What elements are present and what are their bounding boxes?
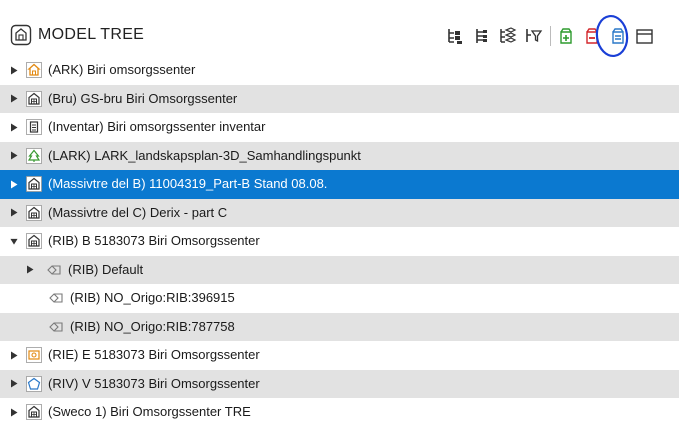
panel-title: MODEL TREE	[38, 26, 145, 43]
caret-right-icon[interactable]	[8, 113, 20, 142]
model-tree-panel: MODEL TREE (ARK) Biri omsorgssenter (Bru…	[0, 0, 679, 420]
tree-row[interactable]: (Inventar) Biri omsorgssenter inventar	[0, 113, 679, 142]
tree-row-label: (Massivtre del B) 11004319_Part-B Stand …	[48, 176, 328, 191]
caret-right-icon[interactable]	[8, 142, 20, 171]
tree-row-label: (Inventar) Biri omsorgssenter inventar	[48, 119, 266, 134]
caret-right-icon[interactable]	[8, 199, 20, 228]
caret-right-icon[interactable]	[8, 398, 20, 427]
caret-right-icon[interactable]	[8, 370, 20, 399]
model-tree-list: (ARK) Biri omsorgssenter (Bru) GS-bru Bir…	[0, 56, 679, 427]
building-icon	[26, 176, 42, 192]
tree-hierarchy-icon[interactable]	[444, 25, 466, 47]
tree-row-label: (RIB) Default	[68, 261, 144, 277]
model-tree-icon	[10, 24, 32, 46]
building-icon	[26, 233, 42, 249]
plumbing-icon	[26, 375, 42, 392]
expand-all-icon[interactable]	[555, 25, 577, 47]
tree-row[interactable]: (RIB) NO_Origo:RIB:787758	[0, 312, 679, 341]
structure-icon	[48, 319, 64, 335]
building-icon	[26, 204, 42, 221]
tree-row[interactable]: (RIB) NO_Origo:RIB:396915	[0, 284, 679, 313]
toolbar-divider	[550, 26, 551, 46]
building-icon	[26, 90, 42, 107]
layers-tree-icon[interactable]	[496, 25, 518, 47]
caret-right-icon[interactable]	[8, 85, 20, 114]
caret-right-icon[interactable]	[8, 341, 20, 370]
caret-down-icon[interactable]	[8, 227, 20, 256]
tree-row-label: (RIB) NO_Origo:RIB:787758	[70, 318, 235, 334]
inventory-icon	[26, 119, 42, 135]
tree-row-label: (Bru) GS-bru Biri Omsorgssenter	[48, 90, 238, 106]
tree-row[interactable]: (Sweco 1) Biri Omsorgssenter TRE	[0, 398, 679, 427]
electrical-icon	[26, 347, 42, 363]
tree-row[interactable]: (Massivtre del C) Derix - part C	[0, 198, 679, 228]
tree-row-label: (ARK) Biri omsorgssenter	[48, 62, 196, 77]
caret-right-icon[interactable]	[8, 56, 20, 85]
building-icon	[26, 404, 42, 420]
house-icon	[26, 62, 42, 78]
structure-icon	[48, 290, 64, 306]
tree-row[interactable]: (RIB) B 5183073 Biri Omsorgssenter	[0, 227, 679, 256]
landscape-icon	[26, 147, 42, 164]
tree-row-label: (Massivtre del C) Derix - part C	[48, 204, 228, 220]
tree-row[interactable]: (RIV) V 5183073 Biri Omsorgssenter	[0, 369, 679, 399]
tree-row-label: (RIB) B 5183073 Biri Omsorgssenter	[48, 233, 260, 248]
tree-row[interactable]: (Massivtre del B) 11004319_Part-B Stand …	[0, 170, 679, 199]
tree-row[interactable]: (RIB) Default	[0, 255, 679, 285]
tree-list-icon[interactable]	[470, 25, 492, 47]
tree-row-label: (RIB) NO_Origo:RIB:396915	[70, 290, 235, 305]
tree-row-label: (Sweco 1) Biri Omsorgssenter TRE	[48, 404, 251, 419]
tree-row[interactable]: (Bru) GS-bru Biri Omsorgssenter	[0, 84, 679, 114]
tree-row-label: (RIV) V 5183073 Biri Omsorgssenter	[48, 375, 260, 391]
annotation-circle	[595, 14, 629, 58]
tree-row-label: (LARK) LARK_landskapsplan-3D_Samhandling…	[48, 147, 361, 163]
tree-row[interactable]: (RIE) E 5183073 Biri Omsorgssenter	[0, 341, 679, 370]
tree-row[interactable]: (LARK) LARK_landskapsplan-3D_Samhandling…	[0, 141, 679, 171]
tree-row[interactable]: (ARK) Biri omsorgssenter	[0, 56, 679, 85]
tree-filter-icon[interactable]	[522, 25, 544, 47]
caret-right-icon[interactable]	[24, 256, 36, 285]
structure-icon	[46, 262, 62, 278]
caret-right-icon[interactable]	[8, 170, 20, 199]
panel-icon[interactable]	[633, 25, 655, 47]
tree-row-label: (RIE) E 5183073 Biri Omsorgssenter	[48, 347, 260, 362]
